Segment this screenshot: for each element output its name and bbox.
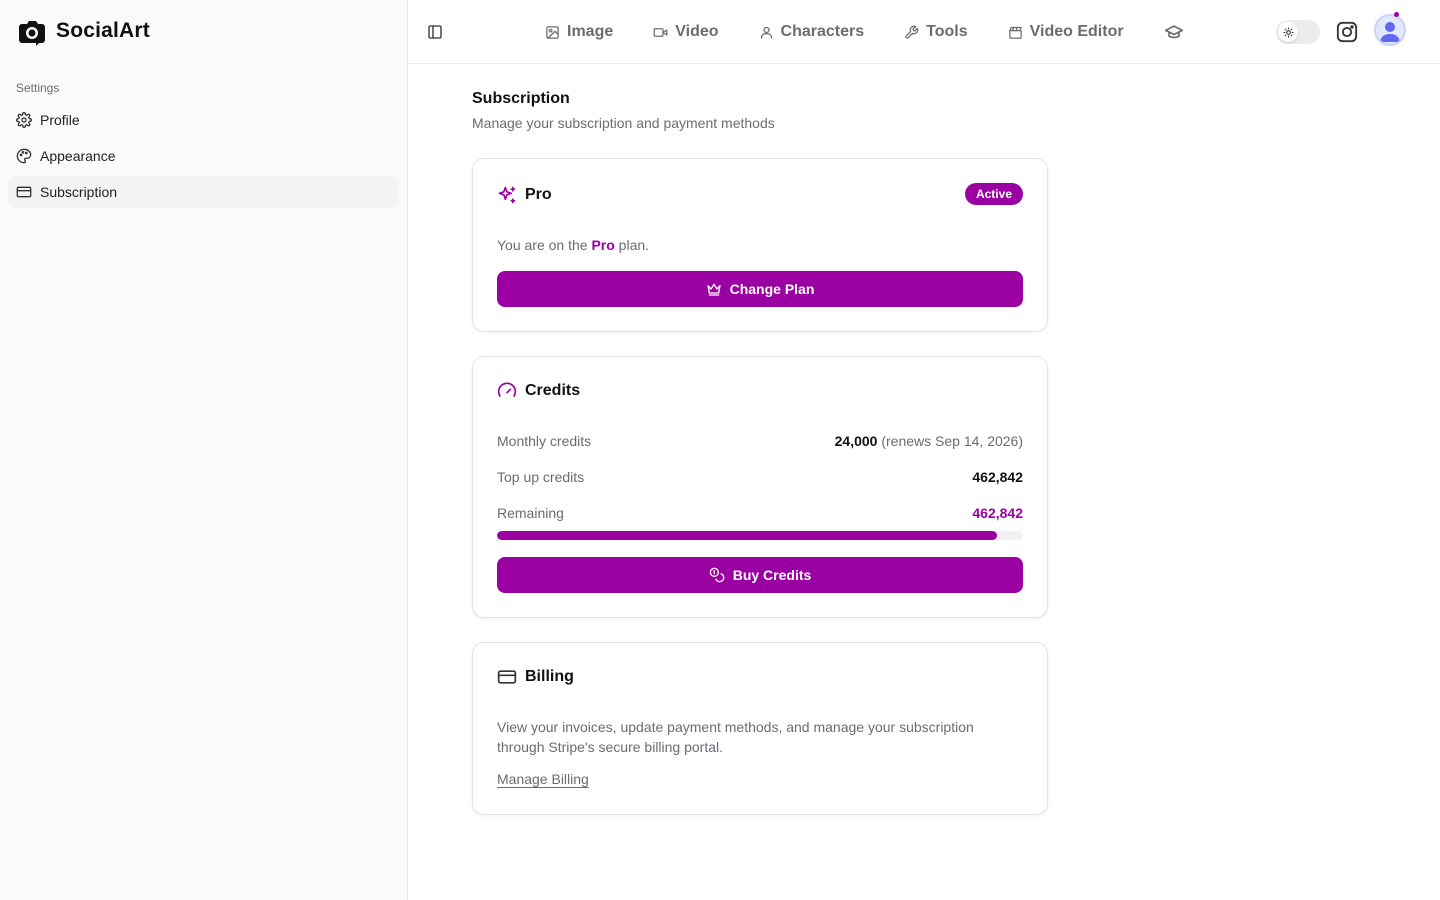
- plan-title: Pro: [525, 186, 552, 203]
- credits-progress-fill: [497, 531, 997, 540]
- nav-tools[interactable]: Tools: [904, 23, 968, 41]
- remaining-credits-value: 462,842: [972, 505, 1023, 521]
- gauge-icon: [497, 382, 517, 397]
- instagram-icon[interactable]: [1336, 21, 1358, 43]
- sidebar-item-label: Appearance: [40, 148, 116, 164]
- nav-learn[interactable]: [1164, 22, 1184, 42]
- toggle-sidebar-button[interactable]: [422, 19, 448, 45]
- buy-credits-button[interactable]: Buy Credits: [497, 557, 1023, 593]
- nav-image[interactable]: Image: [545, 23, 613, 41]
- credits-card-header: Credits: [497, 381, 580, 401]
- user-avatar[interactable]: [1374, 14, 1406, 46]
- sidebar-item-label: Subscription: [40, 184, 118, 200]
- monthly-credits-renewal: (renews Sep 14, 2026): [881, 433, 1023, 449]
- avatar-status-dot: [1394, 12, 1399, 17]
- nav-video-editor[interactable]: Video Editor: [1008, 23, 1124, 41]
- main-nav: Image Video Characters Tools Video Edito…: [545, 0, 1184, 64]
- plan-text-before: You are on the: [497, 237, 592, 253]
- page-header: Subscription Manage your subscription an…: [472, 90, 1048, 131]
- billing-card-header: Billing: [497, 667, 574, 687]
- nav-label: Image: [567, 23, 614, 40]
- user-icon: [760, 26, 772, 39]
- monthly-credits-label: Monthly credits: [497, 433, 592, 449]
- billing-card: Billing View your invoices, update payme…: [472, 642, 1048, 815]
- sparkles-icon: [498, 186, 516, 204]
- top-navigation-bar: Image Video Characters Tools Video Edito…: [408, 0, 1440, 64]
- crown-icon: [706, 283, 721, 296]
- credit-card-icon: [497, 670, 517, 684]
- credits-card: Credits Monthly credits 24,000 (renews S…: [472, 356, 1048, 618]
- topup-credits-value: 462,842: [972, 469, 1023, 485]
- change-plan-button[interactable]: Change Plan: [497, 271, 1023, 307]
- theme-toggle-knob: [1278, 22, 1298, 42]
- plan-name: Pro: [591, 237, 615, 253]
- nav-video[interactable]: Video: [653, 23, 719, 41]
- sidebar-item-label: Profile: [40, 112, 80, 128]
- sidebar-item-profile[interactable]: Profile: [8, 104, 398, 136]
- coins-icon: [709, 567, 725, 583]
- sidebar-item-appearance[interactable]: Appearance: [8, 140, 398, 172]
- video-icon: [653, 27, 668, 37]
- credits-progress-bar: [497, 531, 1023, 540]
- sidebar-section-label: Settings: [16, 81, 60, 95]
- change-plan-label: Change Plan: [729, 281, 815, 297]
- sidebar-panel-icon: [428, 25, 442, 39]
- plan-text-after: plan.: [614, 237, 650, 253]
- credit-card-icon: [16, 186, 32, 198]
- avatar-person-icon: [1380, 22, 1400, 42]
- app-name: SocialArt: [56, 19, 150, 42]
- gear-icon: [16, 112, 32, 128]
- topup-credits-label: Top up credits: [497, 469, 585, 485]
- remaining-credits-row: Remaining 462,842: [497, 505, 1023, 521]
- plan-card: Pro Active You are on the Pro plan. Chan…: [472, 158, 1048, 332]
- page-title: Subscription: [472, 90, 570, 107]
- monthly-credits-row: Monthly credits 24,000 (renews Sep 14, 2…: [497, 433, 1023, 449]
- plan-description: You are on the Pro plan.: [497, 237, 649, 253]
- nav-characters[interactable]: Characters: [759, 23, 865, 41]
- nav-label: Video Editor: [1029, 23, 1124, 40]
- graduation-cap-icon: [1164, 25, 1183, 39]
- theme-toggle[interactable]: [1276, 20, 1320, 44]
- settings-sidebar: SocialArt Settings Profile Appearance Su…: [0, 0, 408, 900]
- palette-icon: [16, 148, 32, 164]
- topup-credits-row: Top up credits 462,842: [497, 469, 1023, 485]
- wrench-icon: [905, 25, 919, 39]
- nav-label: Tools: [926, 23, 968, 40]
- billing-description: View your invoices, update payment metho…: [497, 719, 974, 755]
- sidebar-item-subscription[interactable]: Subscription: [8, 176, 398, 208]
- sun-icon: [1282, 26, 1294, 38]
- buy-credits-label: Buy Credits: [732, 567, 812, 583]
- camera-logo-icon: [19, 21, 45, 46]
- clapperboard-icon: [1008, 26, 1022, 39]
- remaining-credits-label: Remaining: [497, 505, 564, 521]
- credits-title: Credits: [525, 382, 581, 399]
- billing-title: Billing: [525, 668, 574, 685]
- monthly-credits-value: 24,000: [834, 433, 878, 449]
- page-subtitle: Manage your subscription and payment met…: [472, 115, 775, 131]
- image-icon: [546, 25, 559, 39]
- nav-label: Video: [675, 23, 719, 40]
- nav-label: Characters: [780, 23, 865, 40]
- manage-billing-link[interactable]: Manage Billing: [497, 771, 589, 787]
- status-badge: Active: [964, 183, 1023, 205]
- monthly-credits-value-group: 24,000 (renews Sep 14, 2026): [835, 433, 1023, 449]
- app-logo[interactable]: SocialArt: [16, 15, 150, 47]
- plan-card-header: Pro: [497, 185, 552, 205]
